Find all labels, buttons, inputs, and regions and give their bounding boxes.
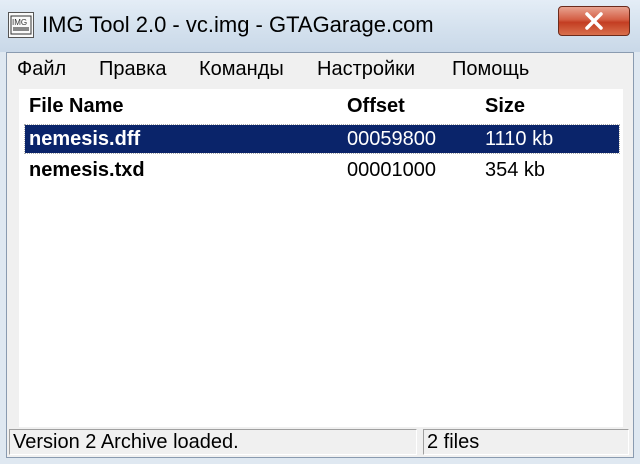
file-list[interactable]: File Name Offset Size nemesis.dff 000598… (19, 89, 623, 427)
status-message: Version 2 Archive loaded. (9, 429, 417, 455)
menu-help[interactable]: Помощь (452, 58, 529, 81)
menu-file[interactable]: Файл (17, 58, 66, 81)
status-file-count: 2 files (423, 429, 629, 455)
window-frame: Файл Правка Команды Настройки Помощь Fil… (6, 52, 634, 458)
column-header-size[interactable]: Size (485, 95, 525, 118)
app-icon: IMG (8, 12, 34, 38)
status-bar: Version 2 Archive loaded. 2 files (7, 427, 633, 457)
menu-commands[interactable]: Команды (199, 58, 284, 81)
file-size: 354 kb (485, 159, 546, 181)
list-item[interactable]: nemesis.txd 00001000 354 kb (25, 156, 619, 184)
column-header-offset[interactable]: Offset (347, 95, 405, 118)
column-header-file-name[interactable]: File Name (29, 95, 123, 118)
list-item[interactable]: nemesis.dff 00059800 1110 kb (24, 124, 620, 154)
close-icon (585, 12, 603, 30)
file-size: 1110 kb (485, 128, 554, 150)
window-title: IMG Tool 2.0 - vc.img - GTAGarage.com (42, 12, 434, 37)
file-offset: 00001000 (347, 159, 436, 181)
title-bar[interactable]: IMG IMG Tool 2.0 - vc.img - GTAGarage.co… (0, 0, 640, 52)
menu-bar: Файл Правка Команды Настройки Помощь (7, 53, 633, 87)
close-button[interactable] (558, 6, 630, 36)
menu-edit[interactable]: Правка (99, 58, 167, 81)
menu-settings[interactable]: Настройки (317, 58, 415, 81)
file-offset: 00059800 (347, 128, 436, 150)
file-name: nemesis.dff (29, 128, 141, 150)
file-name: nemesis.txd (29, 159, 145, 181)
svg-text:IMG: IMG (12, 18, 27, 27)
